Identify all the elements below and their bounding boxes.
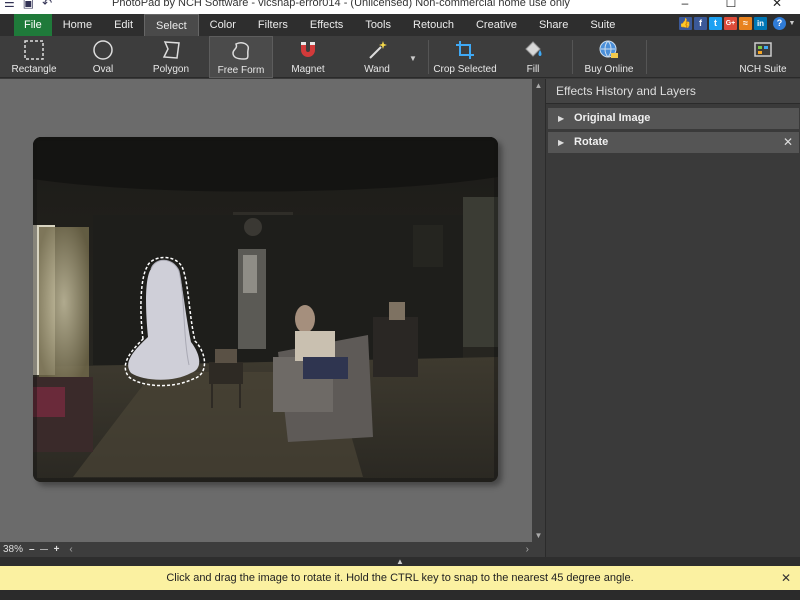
rectangle-select-button[interactable]: Rectangle <box>8 36 60 78</box>
zoom-bar: 38% – + ‹ › <box>0 542 545 557</box>
close-window-button[interactable]: ✕ <box>754 0 800 10</box>
app-menu-icon[interactable]: ☰ <box>4 0 15 10</box>
toolbar-divider <box>572 40 573 74</box>
wand-dropdown-button[interactable]: ▼ <box>406 36 420 78</box>
tab-tools[interactable]: Tools <box>354 14 402 36</box>
undo-icon[interactable]: ↶ <box>42 0 52 10</box>
select-toolbar: Rectangle Oval Polygon Free Form Magnet … <box>0 36 800 78</box>
window-controls: – ☐ ✕ <box>662 0 800 10</box>
tab-creative[interactable]: Creative <box>465 14 528 36</box>
like-icon[interactable]: 👍 <box>679 17 692 30</box>
tab-share[interactable]: Share <box>528 14 579 36</box>
tab-home[interactable]: Home <box>52 14 103 36</box>
oval-select-button[interactable]: Oval <box>78 36 128 78</box>
save-icon[interactable]: ▣ <box>23 0 34 10</box>
fill-button[interactable]: Fill <box>512 36 554 78</box>
vertical-scrollbar[interactable]: ▲ ▼ <box>532 79 545 542</box>
tab-filters[interactable]: Filters <box>247 14 299 36</box>
help-dropdown-icon[interactable]: ▼ <box>788 17 796 30</box>
hint-bar: Click and drag the image to rotate it. H… <box>0 566 800 590</box>
facebook-icon[interactable]: f <box>694 17 707 30</box>
toolbar-divider <box>428 40 429 74</box>
history-item-original-image[interactable]: ▶ Original Image <box>548 108 799 129</box>
image-canvas[interactable] <box>0 79 532 542</box>
oval-select-icon <box>91 38 115 62</box>
crop-selected-button[interactable]: Crop Selected <box>433 36 497 78</box>
crop-icon <box>453 38 477 62</box>
wand-select-button[interactable]: Wand <box>354 36 400 78</box>
history-item-label: Rotate <box>574 136 609 148</box>
google-plus-icon[interactable]: G+ <box>724 17 737 30</box>
tab-color[interactable]: Color <box>199 14 247 36</box>
nch-suite-icon <box>751 38 775 62</box>
close-hint-icon[interactable]: ✕ <box>781 566 791 590</box>
hint-text: Click and drag the image to rotate it. H… <box>166 572 634 584</box>
expand-arrow-icon[interactable]: ▶ <box>558 108 564 129</box>
panel-title: Effects History and Layers <box>546 79 800 104</box>
magnet-select-button[interactable]: Magnet <box>284 36 332 78</box>
polygon-select-icon <box>159 38 183 62</box>
title-bar: ☰ ▣ ↶ PhotoPad by NCH Software - vicsnap… <box>0 0 800 14</box>
minimize-button[interactable]: – <box>662 0 708 10</box>
tab-select[interactable]: Select <box>144 14 199 36</box>
nch-suite-button[interactable]: NCH Suite <box>736 36 790 78</box>
tab-retouch[interactable]: Retouch <box>402 14 465 36</box>
paint-bucket-icon <box>521 38 545 62</box>
history-item-label: Original Image <box>574 112 651 124</box>
free-form-select-button[interactable]: Free Form <box>209 36 273 78</box>
nch-icon[interactable]: ≈ <box>739 17 752 30</box>
twitter-icon[interactable]: t <box>709 17 722 30</box>
panel-splitter[interactable]: ▲ <box>0 557 800 566</box>
free-form-select-icon <box>229 39 253 63</box>
zoom-level: 38% <box>3 544 24 555</box>
photo-image[interactable] <box>33 137 498 482</box>
zoom-in-button[interactable]: + <box>54 544 60 555</box>
social-links: 👍 f t G+ ≈ in ? ▼ <box>679 17 796 30</box>
scroll-right-icon[interactable]: › <box>526 544 529 555</box>
tab-edit[interactable]: Edit <box>103 14 144 36</box>
magnet-icon <box>296 38 320 62</box>
maximize-button[interactable]: ☐ <box>708 0 754 10</box>
history-item-rotate[interactable]: ▶ Rotate ✕ <box>548 132 799 153</box>
chevron-down-icon: ▼ <box>409 53 417 63</box>
collapse-arrow-icon[interactable]: ▲ <box>396 557 404 566</box>
tab-effects[interactable]: Effects <box>299 14 354 36</box>
toolbar-divider <box>646 40 647 74</box>
help-icon[interactable]: ? <box>773 17 786 30</box>
scroll-up-icon[interactable]: ▲ <box>532 79 545 92</box>
zoom-slider[interactable] <box>39 549 48 550</box>
globe-cart-icon <box>597 38 621 62</box>
zoom-out-button[interactable]: – <box>29 544 35 555</box>
quick-access-toolbar: ☰ ▣ ↶ <box>4 0 52 10</box>
remove-effect-icon[interactable]: ✕ <box>783 132 793 153</box>
window-title: PhotoPad by NCH Software - vicsnap-error… <box>112 0 570 9</box>
scroll-left-icon[interactable]: ‹ <box>69 544 72 555</box>
magic-wand-icon <box>365 38 389 62</box>
buy-online-button[interactable]: Buy Online <box>582 36 636 78</box>
scroll-down-icon[interactable]: ▼ <box>532 529 545 542</box>
linkedin-icon[interactable]: in <box>754 17 767 30</box>
rectangle-select-icon <box>22 38 46 62</box>
tab-suite[interactable]: Suite <box>579 14 626 36</box>
tab-file[interactable]: File <box>14 14 52 36</box>
effects-history-panel: Effects History and Layers ▶ Original Im… <box>545 79 800 557</box>
status-bar <box>0 590 800 600</box>
polygon-select-button[interactable]: Polygon <box>146 36 196 78</box>
expand-arrow-icon[interactable]: ▶ <box>558 132 564 153</box>
